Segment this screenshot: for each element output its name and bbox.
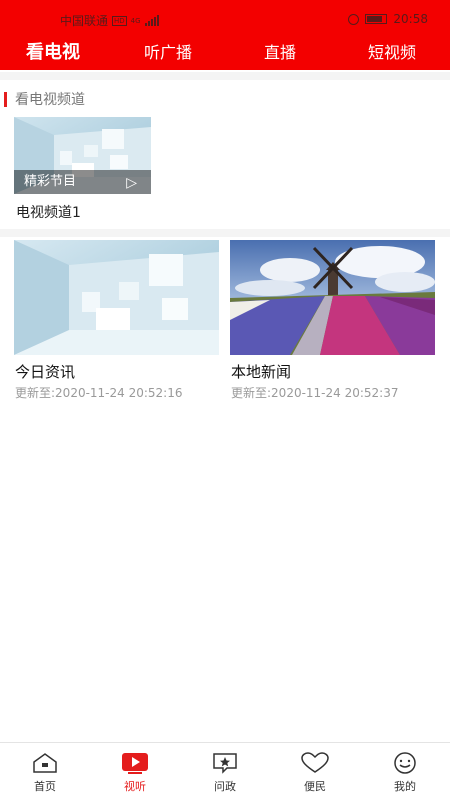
tv-channel-thumbnail[interactable]: 精彩节目 ▷ (14, 117, 151, 194)
section-divider (0, 72, 450, 80)
status-left: 中国联通 HD 4G (60, 12, 159, 29)
card-update-time: 更新至:2020-11-24 20:52:37 (231, 386, 399, 400)
tab-watch-tv[interactable]: 看电视 (26, 40, 80, 66)
nav-label: 首页 (34, 780, 56, 793)
heart-icon (301, 752, 329, 773)
abstract-cubes-image (14, 240, 219, 355)
channel-tabs: 看电视 听广播 直播 短视频 (0, 40, 450, 66)
overlay-text: 精彩节目 (24, 174, 77, 189)
chat-star-icon (213, 753, 237, 774)
windmill-tulip-image (230, 240, 435, 355)
battery-icon (365, 14, 388, 24)
bottom-nav: 首页 视听 问政 便民 我的 (0, 742, 450, 800)
nav-home[interactable]: 首页 (15, 751, 75, 794)
news-card-today[interactable]: 今日资讯 更新至:2020-11-24 20:52:16 (14, 240, 219, 401)
alarm-icon (348, 13, 360, 25)
video-play-icon (122, 753, 148, 774)
nav-mine[interactable]: 我的 (375, 751, 435, 794)
card-update-time: 更新至:2020-11-24 20:52:16 (15, 386, 183, 400)
tab-live[interactable]: 直播 (264, 40, 296, 66)
nav-label: 问政 (214, 780, 236, 793)
card-title: 本地新闻 (231, 363, 292, 381)
nav-video[interactable]: 视听 (105, 751, 165, 794)
tab-short-video[interactable]: 短视频 (368, 40, 416, 66)
network-type: 4G (130, 16, 141, 25)
signal-icon (144, 15, 159, 26)
section-title-text: 看电视频道 (15, 92, 85, 108)
news-card-local[interactable]: 本地新闻 更新至:2020-11-24 20:52:37 (230, 240, 435, 401)
play-icon[interactable]: ▷ (126, 175, 137, 191)
nav-label: 视听 (124, 780, 146, 793)
carrier-label: 中国联通 (60, 14, 109, 28)
tv-channel-name[interactable]: 电视频道1 (16, 202, 81, 222)
status-bar: 中国联通 HD 4G 20:58 (0, 12, 450, 32)
section-divider-2 (0, 229, 450, 237)
clock: 20:58 (393, 12, 428, 26)
nav-label: 便民 (304, 780, 326, 793)
status-right: 20:58 (348, 12, 428, 26)
nav-inquiry[interactable]: 问政 (195, 751, 255, 794)
header: 中国联通 HD 4G 20:58 看电视 听广播 直播 短视频 (0, 0, 450, 70)
card-title: 今日资讯 (15, 363, 76, 381)
section-title: 看电视频道 (4, 90, 85, 108)
card-image (230, 240, 435, 355)
nav-services[interactable]: 便民 (285, 751, 345, 794)
home-icon (33, 753, 57, 773)
smile-face-icon (394, 752, 416, 774)
hd-badge: HD (112, 15, 127, 26)
section-accent-bar (4, 91, 7, 107)
card-image (14, 240, 219, 355)
tab-radio[interactable]: 听广播 (144, 40, 192, 66)
nav-label: 我的 (394, 780, 416, 793)
